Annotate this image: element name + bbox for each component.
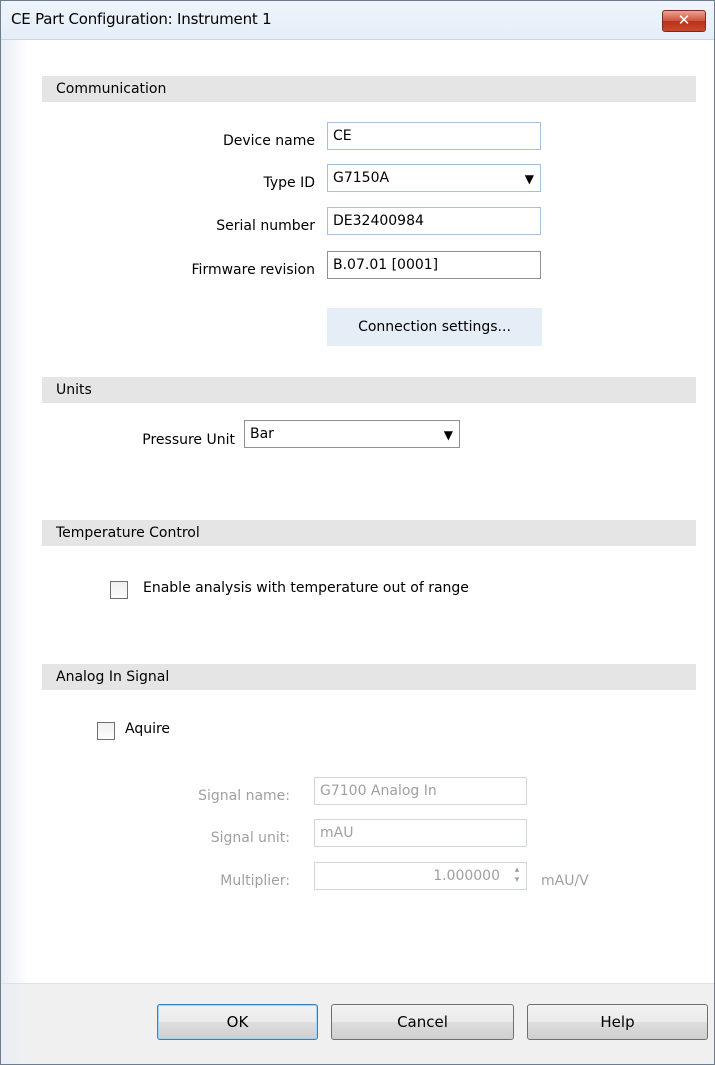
enable-out-of-range-checkbox[interactable]: [110, 581, 128, 599]
ok-button[interactable]: OK: [157, 1004, 318, 1040]
acquire-label[interactable]: Aquire: [125, 721, 170, 737]
serial-number-label: Serial number: [216, 218, 315, 234]
chevron-down-icon: ▼: [524, 172, 534, 186]
section-header-communication: Communication: [42, 76, 696, 102]
connection-settings-button[interactable]: Connection settings...: [327, 308, 542, 346]
left-edge-gradient: [1, 40, 29, 983]
enable-out-of-range-row[interactable]: Enable analysis with temperature out of …: [110, 580, 540, 602]
multiplier-value: 1.000000: [433, 868, 500, 884]
firmware-revision-field: B.07.01 [0001]: [327, 251, 541, 279]
pressure-unit-value: Bar: [250, 426, 274, 442]
pressure-unit-label: Pressure Unit: [142, 432, 235, 448]
close-button[interactable]: ✕: [662, 10, 706, 32]
multiplier-unit: mAU/V: [541, 873, 589, 889]
section-header-analog-in-signal: Analog In Signal: [42, 664, 696, 690]
title-bar: CE Part Configuration: Instrument 1 ✕: [1, 1, 714, 40]
firmware-revision-label: Firmware revision: [191, 262, 315, 278]
acquire-checkbox[interactable]: [97, 722, 115, 740]
section-header-units: Units: [42, 377, 696, 403]
device-name-field[interactable]: CE: [327, 122, 541, 150]
multiplier-field[interactable]: 1.000000 ▴ ▾: [314, 862, 527, 890]
signal-name-label: Signal name:: [198, 788, 290, 804]
multiplier-label: Multiplier:: [220, 873, 290, 889]
help-button[interactable]: Help: [527, 1004, 708, 1040]
button-bar: OK Cancel Help: [1, 983, 714, 1064]
type-id-select[interactable]: G7150A ▼: [327, 164, 541, 192]
serial-number-field[interactable]: DE32400984: [327, 207, 541, 235]
cancel-button[interactable]: Cancel: [331, 1004, 514, 1040]
spin-arrows-icon[interactable]: ▴ ▾: [513, 865, 521, 885]
type-id-value: G7150A: [333, 170, 390, 186]
device-name-label: Device name: [222, 133, 315, 149]
type-id-label: Type ID: [263, 175, 315, 191]
chevron-down-icon: ▼: [443, 428, 453, 442]
acquire-row[interactable]: Aquire: [97, 721, 217, 743]
signal-unit-field[interactable]: mAU: [314, 819, 527, 847]
footer-edge-gradient: [1, 984, 29, 1064]
dialog-window: CE Part Configuration: Instrument 1 ✕ Co…: [0, 0, 715, 1065]
signal-unit-label: Signal unit:: [210, 830, 290, 846]
pressure-unit-select[interactable]: Bar ▼: [244, 420, 460, 448]
dialog-content: Communication Device name CE Type ID G71…: [1, 40, 714, 983]
signal-name-field[interactable]: G7100 Analog In: [314, 777, 527, 805]
enable-out-of-range-label[interactable]: Enable analysis with temperature out of …: [143, 580, 469, 596]
section-header-temperature-control: Temperature Control: [42, 520, 696, 546]
close-icon: ✕: [677, 11, 691, 29]
window-title: CE Part Configuration: Instrument 1: [11, 10, 272, 28]
